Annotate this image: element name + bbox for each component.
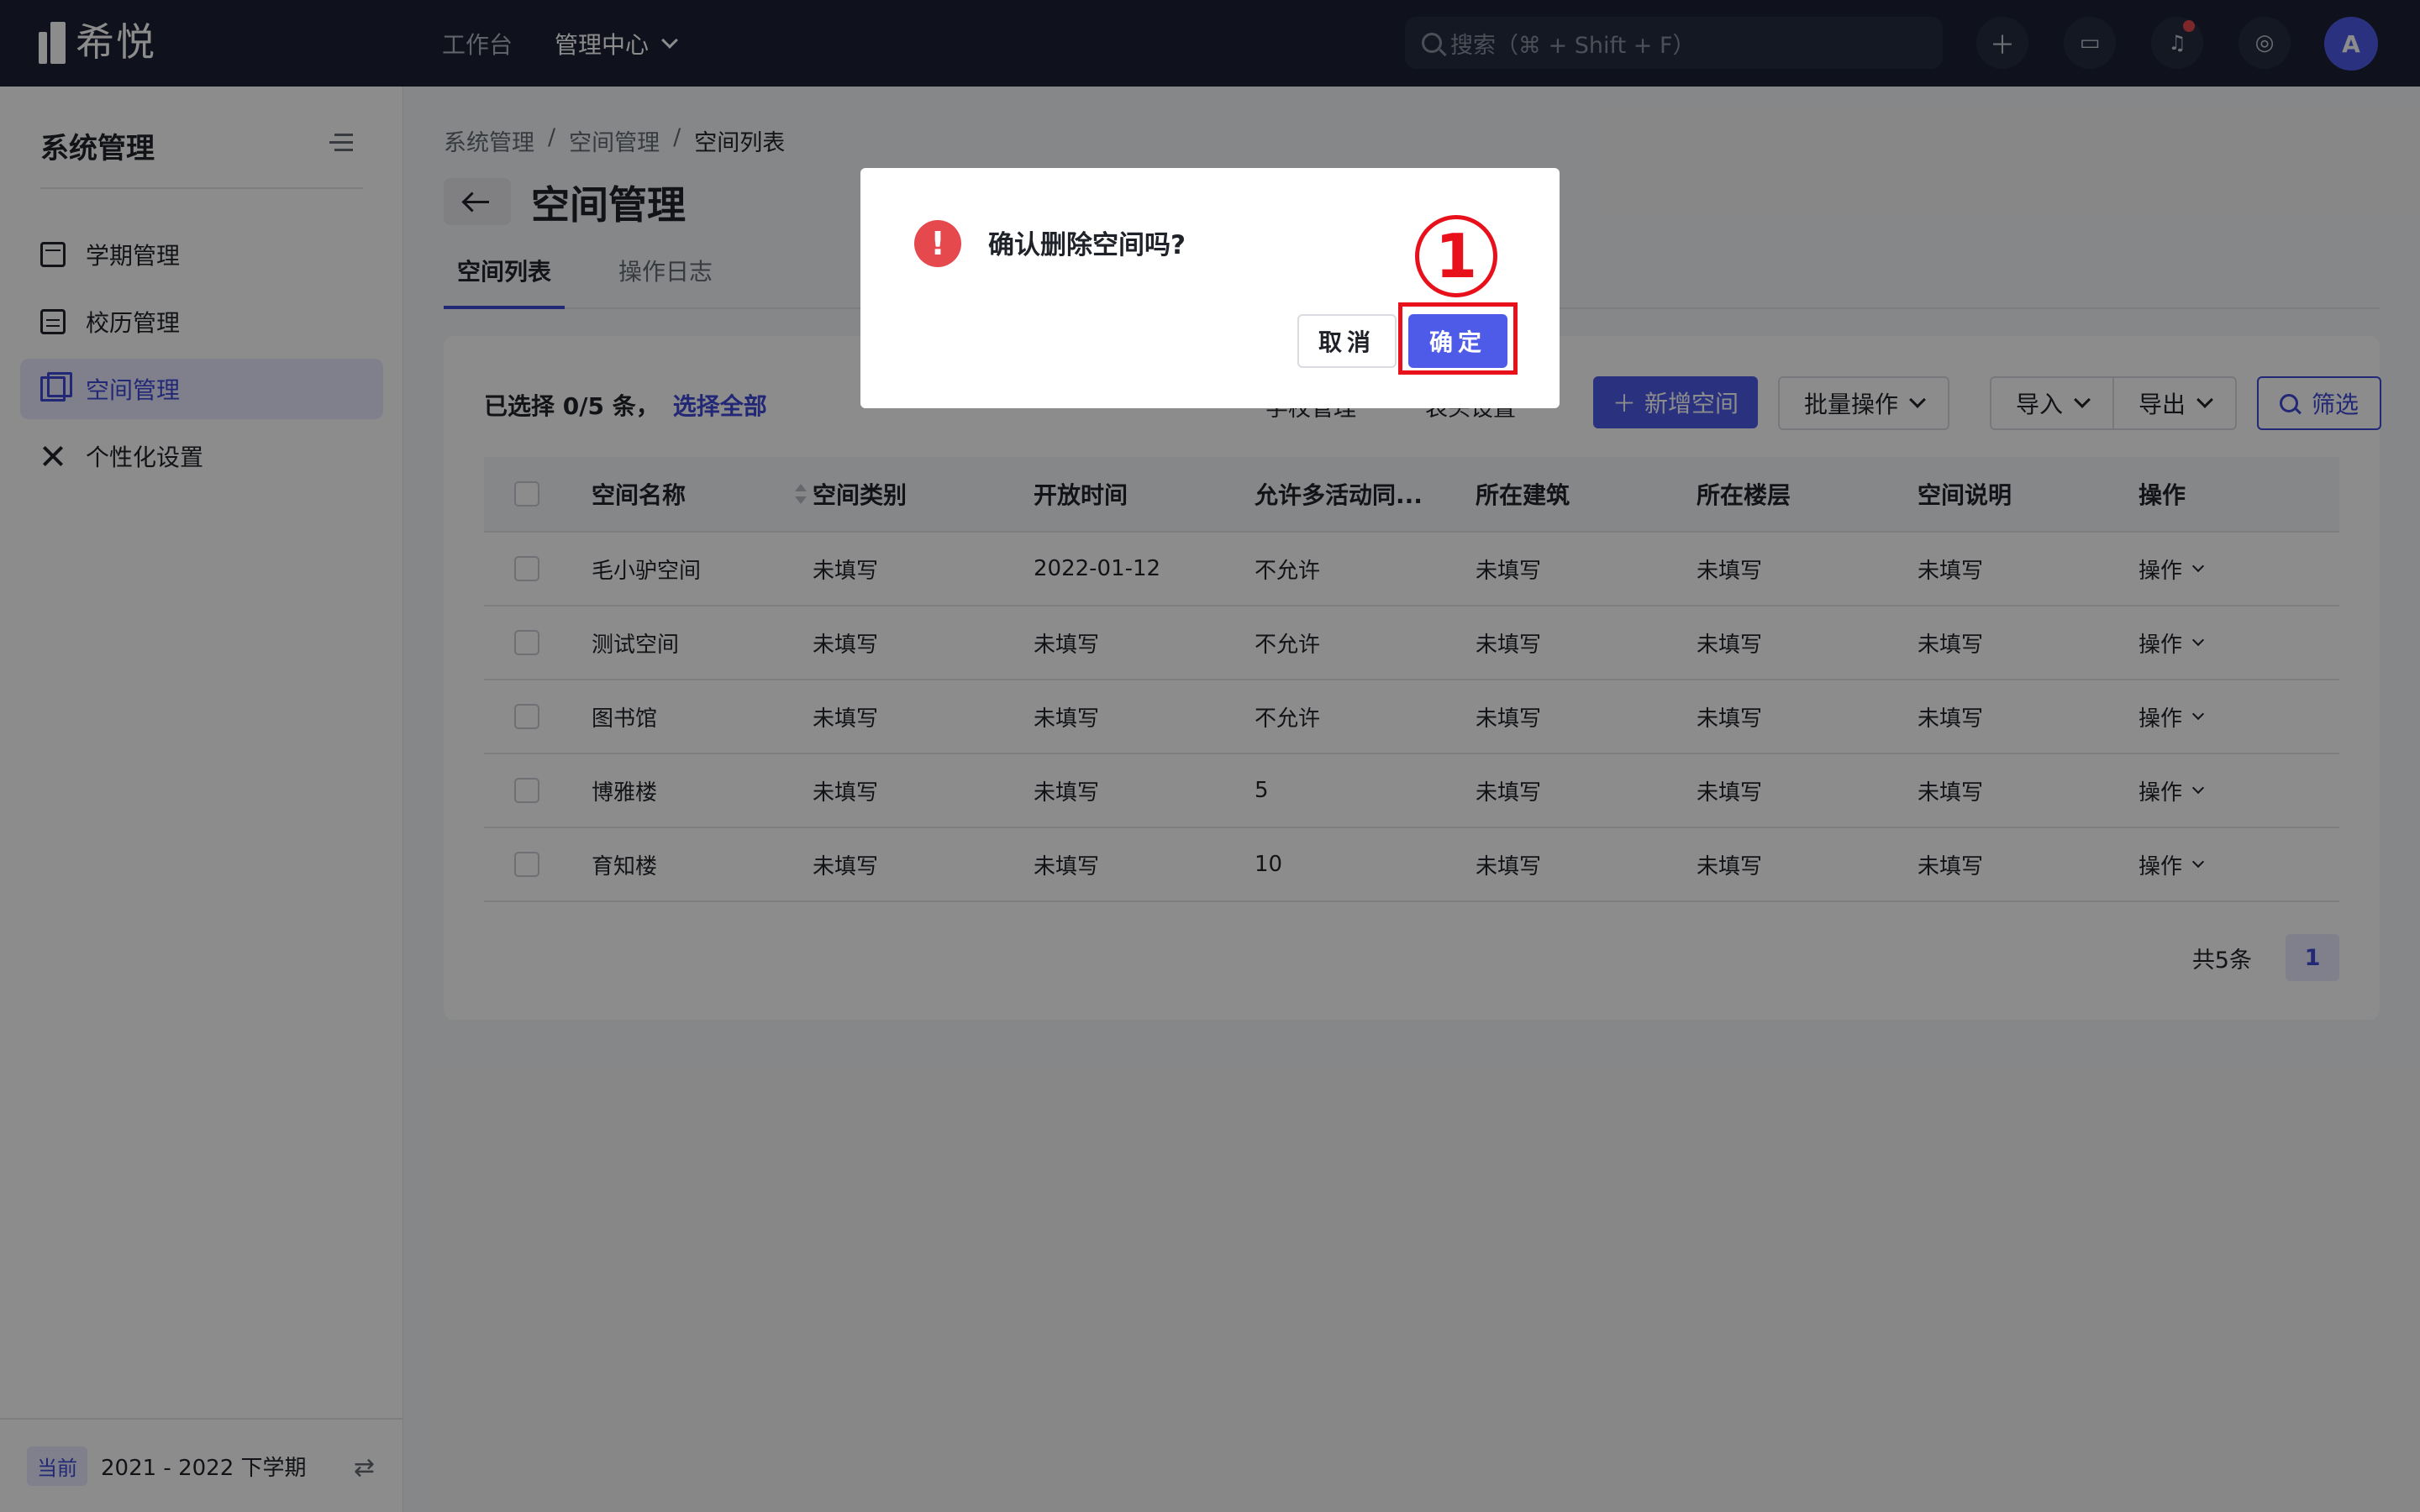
annotation-highlight-box: [1398, 302, 1518, 375]
cancel-button[interactable]: 取消: [1297, 314, 1397, 368]
confirm-delete-dialog: ! 确认删除空间吗? 取消 确定 1: [860, 168, 1560, 408]
warning-icon: !: [914, 220, 961, 267]
annotation-step-marker: 1: [1415, 215, 1497, 297]
dialog-title: 确认删除空间吗?: [988, 230, 1186, 260]
